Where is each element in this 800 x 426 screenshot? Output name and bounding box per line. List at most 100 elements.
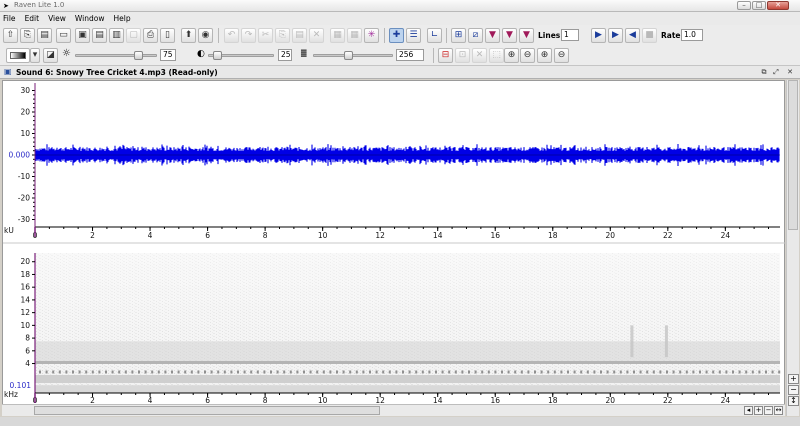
restore-window-icon[interactable]: ⤢ — [771, 67, 781, 77]
waveform-x-tick-label: 6 — [205, 231, 210, 240]
raven-app-icon: ➤ — [3, 2, 9, 10]
zoom-in-x-icon[interactable]: ⊕ — [504, 48, 519, 63]
print-icon[interactable]: ⎙ — [143, 28, 158, 43]
zoom-out-horizontal-icon[interactable]: − — [764, 406, 773, 415]
stop-icon[interactable]: ■ — [642, 28, 657, 43]
spectrogram-transient — [664, 325, 668, 358]
open-file-icon[interactable]: ⇧ — [3, 28, 18, 43]
folder-icon[interactable]: ▭ — [56, 28, 71, 43]
spectrogram-y-tick-label: 8 — [25, 334, 30, 343]
colormap-dropdown-icon[interactable]: ▾ — [30, 48, 40, 63]
zoom-fit-icon[interactable]: ✕ — [472, 48, 487, 63]
save-icon[interactable]: ▣ — [75, 28, 90, 43]
spectrogram-band-2k — [35, 375, 780, 383]
spectrogram-params-icon[interactable]: ✳ — [364, 28, 379, 43]
play-reverse-icon[interactable]: ◀ — [625, 28, 640, 43]
amplify-icon[interactable]: ▦ — [347, 28, 362, 43]
zoom-in-y-icon[interactable]: ⊕ — [537, 48, 552, 63]
waveform-y-tick-label: 20 — [20, 108, 30, 117]
spectrogram-fade — [35, 253, 780, 393]
zoom-fit-vertical-icon[interactable]: ↕ — [788, 396, 799, 406]
export-icon[interactable]: ▥ — [109, 28, 124, 43]
contrast-field[interactable]: 25 — [278, 49, 292, 61]
spectrogram-image — [35, 253, 781, 393]
menu-window[interactable]: Window — [75, 14, 105, 23]
sound-view-panel[interactable]: 3020100.000-10-20-30kU024681012141618202… — [2, 80, 786, 416]
menu-help[interactable]: Help — [113, 14, 130, 23]
lines-field[interactable]: 1 — [561, 29, 579, 41]
window-size-field[interactable]: 256 — [396, 49, 424, 61]
selection-table-icon[interactable]: ☰ — [406, 28, 421, 43]
spectrogram-band-floor — [35, 385, 780, 393]
spectrogram-y-min-label: 0.101 — [10, 381, 32, 390]
zoom-fit-horizontal-icon[interactable]: ↔ — [774, 406, 783, 415]
brightness-icon: ☼ — [62, 48, 71, 59]
view-spectrogram-icon[interactable]: ▼ — [502, 28, 517, 43]
zoom-in-vertical-icon[interactable]: + — [788, 374, 799, 384]
save-as-icon[interactable]: ▤ — [92, 28, 107, 43]
waveform-x-tick-label: 14 — [433, 231, 443, 240]
waveform-trace — [35, 144, 780, 166]
contrast-slider[interactable] — [208, 51, 274, 60]
undo-icon[interactable]: ↶ — [224, 28, 239, 43]
view-waveform-icon[interactable]: ▼ — [485, 28, 500, 43]
maximize-button[interactable]: □ — [752, 1, 766, 10]
horizontal-scrollbar[interactable]: ◂ + − ↔ — [2, 404, 785, 416]
copy-doc-icon[interactable]: ▢ — [126, 28, 141, 43]
new-sound-icon[interactable]: ▤ — [37, 28, 52, 43]
zoom-selection-icon[interactable]: ⊡ — [455, 48, 470, 63]
play-selection-icon[interactable]: ▶ — [608, 28, 623, 43]
selection-tool-icon[interactable]: ✚ — [389, 28, 404, 43]
zoom-out-vertical-icon[interactable]: − — [788, 385, 799, 395]
spectrogram-band-low — [35, 341, 780, 363]
waveform-x-tick-label: 22 — [663, 231, 673, 240]
page-setup-icon[interactable]: ▯ — [160, 28, 175, 43]
window-size-slider[interactable] — [313, 51, 393, 60]
close-button[interactable]: ✕ — [767, 1, 789, 10]
spectrogram-y-tick-label: 12 — [20, 308, 30, 317]
clear-selection-icon[interactable]: ⊟ — [438, 48, 453, 63]
spectrogram-y-tick-label: 4 — [25, 359, 30, 368]
menu-view[interactable]: View — [48, 14, 66, 23]
minimize-button[interactable]: – — [737, 1, 751, 10]
horizontal-scroll-thumb[interactable] — [34, 406, 380, 415]
spectrogram-y-tick-label: 18 — [20, 270, 30, 279]
camera-icon[interactable]: ◉ — [198, 28, 213, 43]
vertical-scrollbar[interactable]: + − ↕ — [786, 80, 799, 416]
filter-icon[interactable]: ▦ — [330, 28, 345, 43]
axis-tool-icon[interactable]: ∟ — [427, 28, 442, 43]
close-window-icon[interactable]: ✕ — [785, 67, 795, 77]
sound-visualization[interactable]: 3020100.000-10-20-30kU024681012141618202… — [3, 81, 786, 405]
cut-icon[interactable]: ✂ — [258, 28, 273, 43]
vertical-scroll-thumb[interactable] — [788, 80, 798, 230]
zoom-in-horizontal-icon[interactable]: + — [754, 406, 763, 415]
spectrogram-y-tick-label: 10 — [20, 321, 30, 330]
zoom-prev-icon[interactable]: ⬚ — [489, 48, 504, 63]
zoom-out-x-icon[interactable]: ⊖ — [520, 48, 535, 63]
scroll-left-icon[interactable]: ◂ — [744, 406, 753, 415]
menu-edit[interactable]: Edit — [25, 14, 40, 23]
delete-icon[interactable]: ✕ — [309, 28, 324, 43]
brightness-field[interactable]: 75 — [160, 49, 176, 61]
zoom-out-y-icon[interactable]: ⊖ — [554, 48, 569, 63]
brightness-slider[interactable] — [75, 51, 157, 60]
float-window-icon[interactable]: ⧉ — [759, 67, 769, 77]
rate-field[interactable]: 1.0 — [681, 29, 703, 41]
record-icon[interactable]: ⬆ — [181, 28, 196, 43]
lines-label: Lines: — [538, 31, 564, 40]
waveform-y-tick-label: -10 — [18, 172, 30, 181]
spectrogram-band-4k — [35, 361, 780, 364]
play-icon[interactable]: ▶ — [591, 28, 606, 43]
layout-view-icon[interactable]: ⧄ — [468, 28, 483, 43]
menu-file[interactable]: File — [3, 14, 16, 23]
reverse-colormap-icon[interactable]: ◪ — [43, 48, 58, 63]
layout-grid-icon[interactable]: ⊞ — [451, 28, 466, 43]
paste-icon[interactable]: ▤ — [292, 28, 307, 43]
view-linked-icon[interactable]: ▼ — [519, 28, 534, 43]
copy-icon[interactable]: ⎘ — [275, 28, 290, 43]
colormap-swatch[interactable] — [6, 48, 30, 63]
main-toolbar: ⇧ ⎘ ▤ ▭ ▣ ▤ ▥ ▢ ⎙ ▯ ⬆ ◉ ↶ ↷ ✂ ⎘ ▤ ✕ ▦ ▦ … — [0, 25, 800, 46]
open-recent-icon[interactable]: ⎘ — [20, 28, 35, 43]
title-bar: ➤ Raven Lite 1.0 – □ ✕ — [0, 0, 800, 12]
redo-icon[interactable]: ↷ — [241, 28, 256, 43]
